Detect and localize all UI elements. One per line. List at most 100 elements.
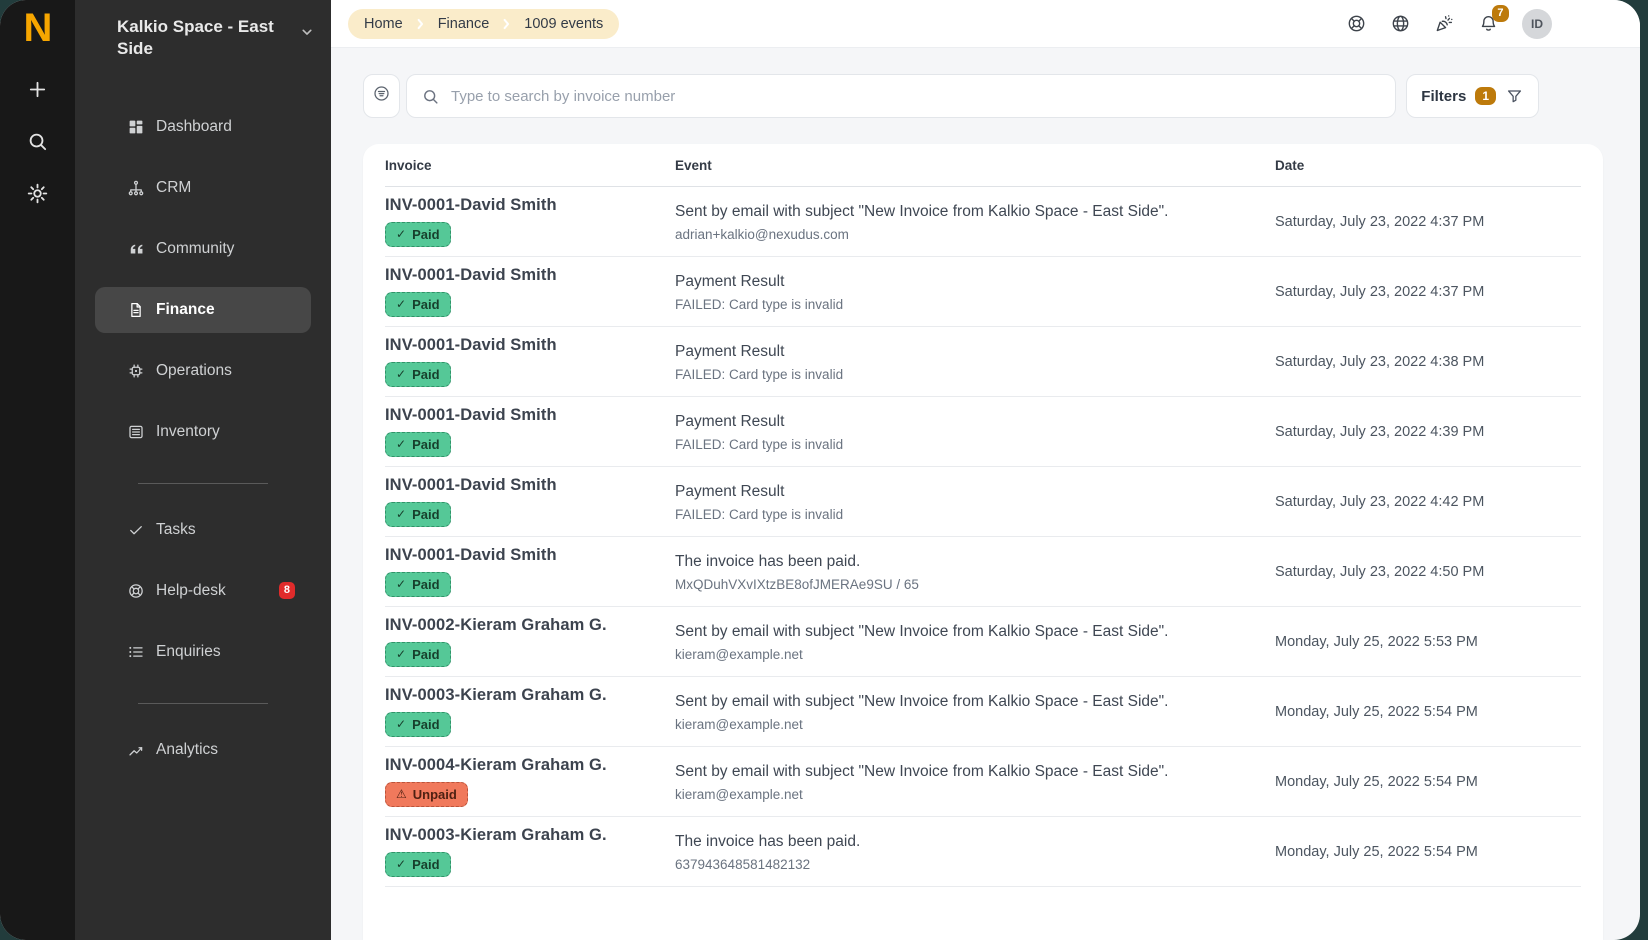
status-badge: ✓ Paid [385,852,451,877]
user-avatar[interactable]: ID [1522,9,1552,39]
search-icon [421,87,440,106]
event-text: Payment Result [675,481,1255,503]
table-row[interactable]: INV-0003-Kieram Graham G. ✓ Paid Sent by… [385,677,1581,747]
sidebar-item-label: CRM [156,179,191,197]
invoice-title[interactable]: INV-0004-Kieram Graham G. [385,756,675,775]
status-icon: ✓ [396,648,406,660]
community-icon [127,240,145,258]
invoice-title[interactable]: INV-0001-David Smith [385,546,675,565]
status-icon: ✓ [396,228,406,240]
table-row[interactable]: INV-0001-David Smith ✓ Paid Sent by emai… [385,187,1581,257]
sidebar-item-analytics[interactable]: Analytics [95,727,311,773]
table-row[interactable]: INV-0003-Kieram Graham G. ✓ Paid The inv… [385,817,1581,887]
event-text: Payment Result [675,341,1255,363]
sidebar-menu: Dashboard CRM Community Finance Operatio… [75,104,331,773]
status-label: Paid [412,296,439,314]
invoice-title[interactable]: INV-0001-David Smith [385,476,675,495]
lifebuoy-icon[interactable] [1346,13,1367,34]
status-label: Paid [412,646,439,664]
invoice-title[interactable]: INV-0003-Kieram Graham G. [385,826,675,845]
sidebar-item-crm[interactable]: CRM [95,165,311,211]
table-row[interactable]: INV-0001-David Smith ✓ Paid Payment Resu… [385,327,1581,397]
event-date: Monday, July 25, 2022 5:53 PM [1275,634,1581,650]
table-row[interactable]: INV-0001-David Smith ✓ Paid Payment Resu… [385,257,1581,327]
invoice-title[interactable]: INV-0001-David Smith [385,196,675,215]
table-row[interactable]: INV-0002-Kieram Graham G. ✓ Paid Sent by… [385,607,1581,677]
event-detail: MxQDuhVXvIXtzBE8ofJMERAe9SU / 65 [675,577,1255,592]
invoice-title[interactable]: INV-0003-Kieram Graham G. [385,686,675,705]
invoice-title[interactable]: INV-0001-David Smith [385,406,675,425]
crm-icon [127,179,145,197]
event-detail: kieram@example.net [675,787,1255,802]
breadcrumb-item[interactable]: Finance [428,16,500,32]
app-window: N Kalkio Space - East Side Dashboard CRM… [0,0,1640,940]
view-options-button[interactable] [363,74,400,118]
sidebar-item-help-desk[interactable]: Help-desk 8 [95,568,311,614]
rail-icons [26,78,49,205]
sidebar-item-label: Analytics [156,741,218,759]
event-date: Monday, July 25, 2022 5:54 PM [1275,704,1581,720]
column-header-invoice[interactable]: Invoice [385,158,675,173]
plus-icon[interactable] [26,78,49,101]
event-text: The invoice has been paid. [675,551,1255,573]
sidebar-item-label: Operations [156,362,232,380]
table-row[interactable]: INV-0001-David Smith ✓ Paid Payment Resu… [385,467,1581,537]
status-icon: ✓ [396,298,406,310]
sidebar-item-label: Inventory [156,423,220,441]
breadcrumb-item[interactable]: Home [354,16,413,32]
event-detail: FAILED: Card type is invalid [675,437,1255,452]
status-icon: ⚠ [396,788,407,800]
sidebar-item-finance[interactable]: Finance [95,287,311,333]
search-icon[interactable] [26,130,49,153]
invoice-title[interactable]: INV-0001-David Smith [385,336,675,355]
table-header: Invoice Event Date [385,144,1581,187]
sidebar-item-dashboard[interactable]: Dashboard [95,104,311,150]
nexudus-logo: N [24,8,52,48]
gear-icon[interactable] [26,182,49,205]
breadcrumb-item[interactable]: 1009 events [514,16,613,32]
column-header-event[interactable]: Event [675,158,1275,173]
event-date: Saturday, July 23, 2022 4:42 PM [1275,494,1581,510]
sidebar-item-operations[interactable]: Operations [95,348,311,394]
sidebar-item-label: Enquiries [156,643,221,661]
column-header-date[interactable]: Date [1275,158,1581,173]
event-date: Saturday, July 23, 2022 4:38 PM [1275,354,1581,370]
table-row[interactable]: INV-0001-David Smith ✓ Paid The invoice … [385,537,1581,607]
status-label: Paid [412,576,439,594]
table-row[interactable]: INV-0004-Kieram Graham G. ⚠ Unpaid Sent … [385,747,1581,817]
invoice-title[interactable]: INV-0001-David Smith [385,266,675,285]
table-body: INV-0001-David Smith ✓ Paid Sent by emai… [385,187,1581,887]
sidebar: Kalkio Space - East Side Dashboard CRM C… [75,0,331,940]
topbar: Home Finance 1009 events 7 ID [331,0,1640,48]
invoice-title[interactable]: INV-0002-Kieram Graham G. [385,616,675,635]
status-label: Paid [412,506,439,524]
table-row[interactable]: INV-0001-David Smith ✓ Paid Payment Resu… [385,397,1581,467]
content-area: Filters 1 Invoice Event Date INV-0001-Da… [331,48,1640,940]
status-icon: ✓ [396,578,406,590]
event-detail: kieram@example.net [675,647,1255,662]
sidebar-item-tasks[interactable]: Tasks [95,507,311,553]
event-date: Monday, July 25, 2022 5:54 PM [1275,774,1581,790]
event-detail: FAILED: Card type is invalid [675,297,1255,312]
search-input[interactable] [449,87,1381,106]
bell-icon[interactable]: 7 [1478,13,1499,34]
sidebar-item-label: Tasks [156,521,196,539]
status-icon: ✓ [396,508,406,520]
filters-button[interactable]: Filters 1 [1406,74,1539,118]
topbar-icons: 7 ID [1346,9,1610,39]
sidebar-item-community[interactable]: Community [95,226,311,272]
workspace-switcher[interactable]: Kalkio Space - East Side [75,0,331,61]
event-text: Sent by email with subject "New Invoice … [675,201,1255,223]
event-text: Sent by email with subject "New Invoice … [675,761,1255,783]
funnel-icon [1505,87,1524,106]
sidebar-item-enquiries[interactable]: Enquiries [95,629,311,675]
status-badge: ✓ Paid [385,712,451,737]
sidebar-item-inventory[interactable]: Inventory [95,409,311,455]
party-popper-icon[interactable] [1434,13,1455,34]
globe-icon[interactable] [1390,13,1411,34]
chevron-down-icon[interactable] [297,22,317,42]
event-detail: FAILED: Card type is invalid [675,507,1255,522]
status-label: Unpaid [413,786,457,804]
event-detail: 637943648581482132 [675,857,1255,872]
sidebar-item-label: Help-desk [156,582,226,600]
